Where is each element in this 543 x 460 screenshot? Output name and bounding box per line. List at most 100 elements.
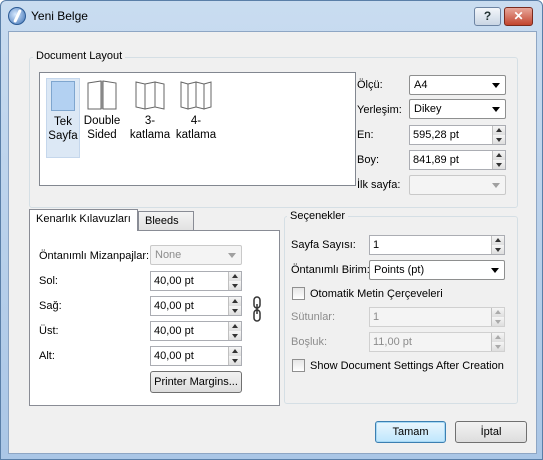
alt-value: 40,00 pt bbox=[154, 350, 194, 362]
dialog-client-area: Document Layout Tek Sayfa Double Sided 3… bbox=[8, 31, 537, 454]
document-layout-title: Document Layout bbox=[33, 50, 126, 62]
spin-down-icon[interactable] bbox=[492, 135, 505, 144]
layout-tek-sayfa[interactable]: Tek Sayfa bbox=[46, 78, 80, 158]
sol-spinbox[interactable]: 40,00 pt bbox=[150, 271, 242, 291]
layout-double-sided[interactable]: Double Sided bbox=[80, 78, 124, 142]
spin-up-icon[interactable] bbox=[228, 272, 241, 281]
olcu-label: Ölçü: bbox=[357, 79, 383, 91]
boy-spin-buttons[interactable] bbox=[492, 151, 505, 169]
layout-label-line2: Sayfa bbox=[48, 130, 78, 142]
close-button[interactable]: ✕ bbox=[504, 7, 533, 26]
spin-down-icon[interactable] bbox=[228, 356, 241, 365]
sutunlar-value: 1 bbox=[373, 311, 380, 323]
layout-list: Tek Sayfa Double Sided 3- katlama 4- kat… bbox=[39, 72, 356, 186]
sag-label: Sağ: bbox=[39, 300, 62, 312]
ust-spinbox[interactable]: 40,00 pt bbox=[150, 321, 242, 341]
sutunlar-spinbox: 1 bbox=[369, 307, 505, 327]
options-title: Seçenekler bbox=[287, 210, 349, 222]
sag-spin-buttons[interactable] bbox=[228, 297, 241, 315]
en-label: En: bbox=[357, 129, 374, 141]
alt-spin-buttons[interactable] bbox=[228, 347, 241, 365]
sag-spinbox[interactable]: 40,00 pt bbox=[150, 296, 242, 316]
otomatik-checkbox[interactable] bbox=[292, 287, 305, 300]
otomatik-label[interactable]: Otomatik Metin Çerçeveleri bbox=[310, 288, 443, 300]
link-chain-icon[interactable] bbox=[252, 294, 262, 324]
window-title: Yeni Belge bbox=[31, 9, 88, 23]
sol-spin-buttons[interactable] bbox=[228, 272, 241, 290]
spin-down-icon[interactable] bbox=[492, 160, 505, 169]
sayfa-sayisi-value: 1 bbox=[373, 239, 380, 251]
layout-label-line2: katlama bbox=[129, 129, 171, 141]
layout-3-katlama[interactable]: 3- katlama bbox=[128, 78, 172, 142]
spin-down-icon[interactable] bbox=[228, 331, 241, 340]
spin-down-icon[interactable] bbox=[228, 281, 241, 290]
ust-label: Üst: bbox=[39, 325, 59, 337]
sayfa-sayisi-spinbox[interactable]: 1 bbox=[369, 235, 505, 255]
tri-fold-icon bbox=[135, 81, 165, 110]
alt-spinbox[interactable]: 40,00 pt bbox=[150, 346, 242, 366]
ilk-sayfa-label: İlk sayfa: bbox=[357, 179, 401, 191]
bosluk-spin-buttons bbox=[491, 333, 504, 351]
help-button[interactable]: ? bbox=[474, 7, 501, 26]
boy-value: 841,89 pt bbox=[413, 154, 459, 166]
layout-label-line1: 4- bbox=[190, 115, 202, 127]
show-settings-checkbox[interactable] bbox=[292, 359, 305, 372]
ok-button[interactable]: Tamam bbox=[375, 421, 446, 443]
boy-label: Boy: bbox=[357, 154, 380, 166]
spin-up-icon[interactable] bbox=[492, 151, 505, 160]
spin-down-icon bbox=[491, 342, 504, 351]
spin-up-icon[interactable] bbox=[492, 126, 505, 135]
sayfa-sayisi-label: Sayfa Sayısı: bbox=[291, 239, 356, 251]
layout-label-line1: Double bbox=[83, 115, 121, 127]
margins-tab-panel: Öntanımlı Mizanpajlar: None Sol: 40,00 p… bbox=[29, 230, 280, 406]
layout-label-line2: Sided bbox=[87, 129, 117, 141]
tab-bleeds[interactable]: Bleeds bbox=[138, 211, 194, 231]
sayfa-sayisi-spin-buttons[interactable] bbox=[491, 236, 504, 254]
sag-value: 40,00 pt bbox=[154, 300, 194, 312]
sol-label: Sol: bbox=[39, 275, 58, 287]
yerlesim-label: Yerleşim: bbox=[357, 104, 402, 116]
layout-label-line2: katlama bbox=[175, 129, 217, 141]
double-sided-icon bbox=[87, 80, 117, 110]
preset-combo: None bbox=[150, 245, 242, 265]
spin-up-icon bbox=[491, 333, 504, 342]
yerlesim-combo[interactable]: Dikey bbox=[409, 99, 506, 119]
sol-value: 40,00 pt bbox=[154, 275, 194, 287]
cancel-button[interactable]: İptal bbox=[455, 421, 527, 443]
layout-label-line1: 3- bbox=[144, 115, 156, 127]
spin-up-icon[interactable] bbox=[228, 347, 241, 356]
sutunlar-spin-buttons bbox=[491, 308, 504, 326]
app-logo-icon bbox=[8, 7, 26, 25]
bosluk-spinbox: 11,00 pt bbox=[369, 332, 505, 352]
birim-label: Öntanımlı Birim: bbox=[291, 264, 370, 276]
title-bar[interactable]: Yeni Belge ? ✕ bbox=[1, 1, 542, 31]
sutunlar-label: Sütunlar: bbox=[291, 311, 336, 323]
ilk-sayfa-combo bbox=[409, 175, 506, 195]
birim-combo[interactable]: Points (pt) bbox=[369, 260, 505, 280]
layout-label-line1: Tek bbox=[54, 116, 72, 128]
spin-down-icon[interactable] bbox=[228, 306, 241, 315]
spin-down-icon[interactable] bbox=[491, 245, 504, 254]
single-page-icon bbox=[51, 81, 75, 111]
en-spinbox[interactable]: 595,28 pt bbox=[409, 125, 506, 145]
spin-up-icon[interactable] bbox=[491, 236, 504, 245]
spin-up-icon[interactable] bbox=[228, 322, 241, 331]
en-spin-buttons[interactable] bbox=[492, 126, 505, 144]
boy-spinbox[interactable]: 841,89 pt bbox=[409, 150, 506, 170]
ust-spin-buttons[interactable] bbox=[228, 322, 241, 340]
ust-value: 40,00 pt bbox=[154, 325, 194, 337]
alt-label: Alt: bbox=[39, 350, 55, 362]
dialog-window: Yeni Belge ? ✕ Document Layout Tek Sayfa… bbox=[0, 0, 543, 460]
bosluk-label: Boşluk: bbox=[291, 336, 328, 348]
spin-down-icon bbox=[491, 317, 504, 326]
tab-kenarlik-kilavuzlari[interactable]: Kenarlık Kılavuzları bbox=[29, 209, 138, 231]
spin-up-icon bbox=[491, 308, 504, 317]
bosluk-value: 11,00 pt bbox=[373, 336, 412, 348]
printer-margins-button[interactable]: Printer Margins... bbox=[150, 371, 242, 393]
layout-4-katlama[interactable]: 4- katlama bbox=[173, 78, 219, 142]
show-settings-label[interactable]: Show Document Settings After Creation bbox=[310, 360, 504, 372]
quad-fold-icon bbox=[180, 81, 212, 110]
spin-up-icon[interactable] bbox=[228, 297, 241, 306]
olcu-combo[interactable]: A4 bbox=[409, 75, 506, 95]
en-value: 595,28 pt bbox=[413, 129, 459, 141]
